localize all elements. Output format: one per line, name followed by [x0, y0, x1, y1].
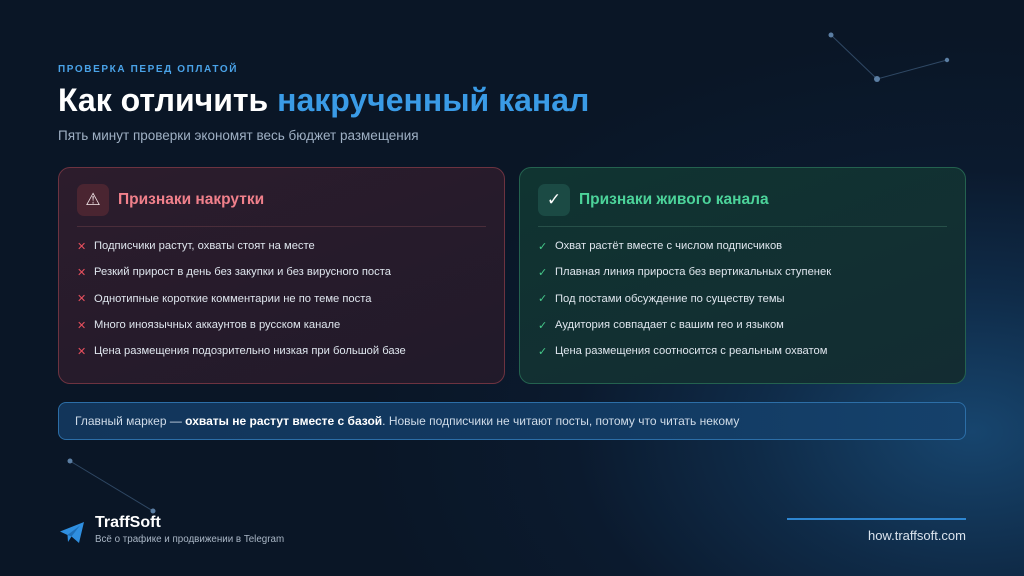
- list-item: ✕ Однотипные короткие комментарии не по т…: [77, 286, 486, 312]
- fake-signs-card: ⚠ Признаки накрутки ✕ Подписчики растут, …: [58, 167, 505, 384]
- list-item-text: Резкий прирост в день без закупки и без …: [94, 266, 391, 279]
- checkmark-icon: ✓: [538, 319, 548, 332]
- key-marker-banner: Главный маркер — охваты не растут вместе…: [58, 402, 966, 440]
- live-signs-title: Признаки живого канала: [579, 191, 769, 208]
- list-item-text: Однотипные короткие комментарии не по те…: [94, 292, 372, 305]
- site-divider: [787, 518, 966, 520]
- live-signs-list: ✓ Охват растёт вместе с числом подписчико…: [538, 233, 947, 364]
- card-divider: [77, 226, 486, 227]
- list-item-text: Цена размещения подозрительно низкая при…: [94, 345, 406, 358]
- list-item-text: Аудитория совпадает с вашим гео и языком: [555, 319, 784, 332]
- cross-icon: ✕: [77, 240, 87, 253]
- check-icon: ✓: [538, 184, 570, 216]
- banner-suffix: . Новые подписчики не читают посты, пото…: [382, 414, 740, 428]
- cross-icon: ✕: [77, 293, 87, 306]
- checkmark-icon: ✓: [538, 266, 548, 279]
- list-item-text: Охват растёт вместе с числом подписчиков: [555, 240, 783, 253]
- card-divider: [538, 226, 947, 227]
- list-item-text: Плавная линия прироста без вертикальных …: [555, 266, 832, 279]
- eyebrow-label: ПРОВЕРКА ПЕРЕД ОПЛАТОЙ: [58, 64, 238, 75]
- page-subtitle: Пять минут проверки экономят весь бюджет…: [58, 128, 419, 143]
- site-link[interactable]: how.traffsoft.com: [868, 528, 966, 543]
- live-signs-card: ✓ Признаки живого канала ✓ Охват растёт в…: [519, 167, 966, 384]
- list-item-text: Подписчики растут, охваты стоят на месте: [94, 240, 315, 253]
- list-item: ✓ Плавная линия прироста без вертикальных…: [538, 259, 947, 285]
- checkmark-icon: ✓: [538, 293, 548, 306]
- cross-icon: ✕: [77, 319, 87, 332]
- list-item: ✓ Охват растёт вместе с числом подписчико…: [538, 233, 947, 259]
- telegram-plane-icon: [60, 522, 84, 543]
- checkmark-icon: ✓: [538, 345, 548, 358]
- list-item: ✓ Под постами обсуждение по существу темы: [538, 286, 947, 312]
- list-item: ✕ Много иноязычных аккаунтов в русском ка…: [77, 312, 486, 338]
- fake-signs-header: ⚠ Признаки накрутки: [77, 184, 486, 216]
- list-item: ✓ Аудитория совпадает с вашим гео и языко…: [538, 312, 947, 338]
- checkmark-icon: ✓: [538, 240, 548, 253]
- cross-icon: ✕: [77, 266, 87, 279]
- list-item: ✕ Резкий прирост в день без закупки и без…: [77, 259, 486, 285]
- list-item-text: Много иноязычных аккаунтов в русском кан…: [94, 319, 341, 332]
- brand-block: TraffSoft Всё о трафике и продвижении в …: [58, 514, 284, 546]
- brand-name: TraffSoft: [95, 514, 161, 531]
- warning-icon: ⚠: [77, 184, 109, 216]
- fake-signs-title: Признаки накрутки: [118, 191, 265, 208]
- banner-prefix: Главный маркер —: [75, 414, 182, 428]
- list-item: ✓ Цена размещения соотносится с реальным …: [538, 338, 947, 364]
- banner-bold: охваты не растут вместе с базой: [185, 414, 383, 428]
- page-title: Как отличить накрученный канал: [58, 82, 589, 119]
- title-accent: накрученный канал: [277, 82, 590, 118]
- list-item-text: Под постами обсуждение по существу темы: [555, 292, 785, 305]
- brand-text: TraffSoft Всё о трафике и продвижении в …: [95, 514, 284, 545]
- brand-tagline: Всё о трафике и продвижении в Telegram: [95, 534, 285, 545]
- list-item-text: Цена размещения соотносится с реальным о…: [555, 345, 828, 358]
- list-item: ✕ Подписчики растут, охваты стоят на мест…: [77, 233, 486, 259]
- list-item: ✕ Цена размещения подозрительно низкая пр…: [77, 338, 486, 364]
- title-main: Как отличить: [58, 82, 278, 118]
- fake-signs-list: ✕ Подписчики растут, охваты стоят на мест…: [77, 233, 486, 364]
- cross-icon: ✕: [77, 345, 87, 358]
- live-signs-header: ✓ Признаки живого канала: [538, 184, 947, 216]
